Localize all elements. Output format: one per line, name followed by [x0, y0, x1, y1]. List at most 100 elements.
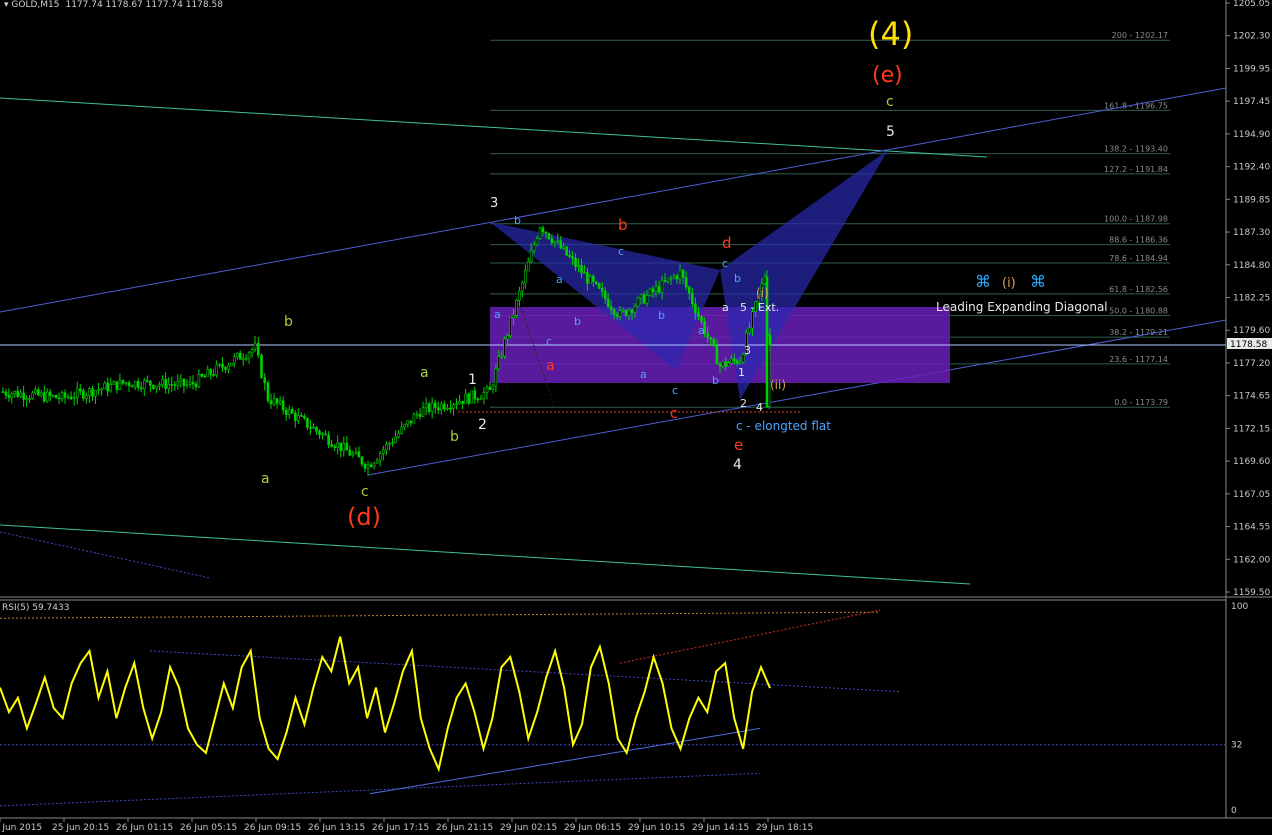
candle-body — [13, 390, 17, 395]
candle-body — [523, 270, 527, 284]
candle-body — [130, 385, 134, 388]
candle-body — [363, 463, 367, 469]
candle-body — [430, 402, 434, 412]
candle-body — [66, 396, 70, 399]
wave-label: b — [514, 214, 521, 227]
candle-body — [235, 352, 239, 358]
rsi-trend-lower — [0, 772, 761, 807]
wave-label: a — [261, 471, 270, 487]
wave-label: a — [698, 324, 705, 337]
candle-body — [597, 283, 601, 289]
candle-body — [562, 246, 566, 249]
wave-label: a — [494, 308, 501, 321]
candle-body — [645, 294, 649, 304]
candle-body — [751, 311, 754, 329]
candle-body — [606, 298, 610, 307]
candle-body — [735, 360, 739, 364]
rsi-tick-label: 32 — [1231, 741, 1242, 751]
candle-body — [559, 240, 563, 249]
candle-body — [118, 379, 122, 390]
candle-body — [112, 381, 116, 385]
candle-body — [158, 384, 161, 387]
candle-body — [303, 415, 306, 419]
candle-body — [748, 327, 751, 334]
candle-body — [612, 309, 616, 315]
candle-body — [482, 392, 486, 400]
candle-body — [521, 282, 524, 292]
time-tick-label: 29 Jun 14:15 — [692, 823, 749, 833]
time-tick-label: 26 Jun 05:15 — [180, 823, 237, 833]
candle-body — [666, 277, 670, 282]
candle-body — [182, 378, 186, 386]
candle-body — [663, 280, 667, 282]
time-tick-label: 26 Jun 21:15 — [436, 823, 493, 833]
candle-body — [385, 443, 388, 451]
candle-body — [391, 442, 394, 444]
candle-body — [470, 390, 474, 404]
fib-level-label: 100.0 - 1187.98 — [1104, 215, 1168, 224]
candle-body — [568, 254, 571, 257]
time-tick-label: 26 Jun 13:15 — [308, 823, 365, 833]
diagonal-symbol-left: ⌘ — [975, 272, 991, 291]
time-tick-label: 26 Jun 09:15 — [244, 823, 301, 833]
candle-body — [31, 392, 34, 399]
candle-body — [139, 387, 143, 390]
rsi-indicator — [0, 609, 1226, 807]
candle-body — [681, 269, 685, 278]
rsi-trend-red — [619, 609, 881, 664]
candle-body — [75, 388, 79, 399]
candle-body — [464, 393, 467, 404]
candle-body — [615, 314, 619, 317]
candle-body — [415, 413, 419, 416]
candle-body — [100, 388, 103, 391]
candle-body — [57, 397, 61, 400]
price-tick-label: 1177.20 — [1233, 359, 1270, 369]
fib-level-label: 138.2 - 1193.40 — [1104, 145, 1168, 154]
price-tick-label: 1192.40 — [1233, 163, 1270, 173]
ohlc-values: 1177.74 1178.67 1177.74 1178.58 — [65, 0, 223, 10]
wave-label: a — [640, 368, 647, 381]
candle-body — [324, 433, 327, 436]
wave-label: c — [670, 406, 678, 422]
candle-body — [287, 409, 291, 415]
time-tick-label: 26 Jun 17:15 — [372, 823, 429, 833]
candle-body — [427, 403, 431, 412]
candle-body — [609, 306, 613, 310]
candle-body — [485, 386, 489, 393]
candle-body — [388, 443, 391, 445]
candle-body — [357, 451, 361, 458]
candle-body — [684, 277, 688, 288]
candle-body — [256, 342, 260, 356]
wave-label: d — [722, 234, 732, 252]
candle-body — [238, 352, 242, 360]
candle-body — [40, 392, 43, 396]
candle-body — [509, 317, 512, 336]
wave-label: b — [712, 374, 719, 387]
time-tick-label: 26 Jun 01:15 — [116, 823, 173, 833]
wave-label: 1 — [738, 366, 745, 379]
candle-body — [406, 420, 410, 425]
candle-body — [515, 299, 518, 316]
rsi-header: RSI(5) 59.7433 — [2, 603, 69, 613]
candle-body — [506, 335, 509, 340]
candle-body — [697, 312, 700, 318]
wave-label: b — [574, 315, 581, 328]
price-tick-label: 1182.25 — [1233, 294, 1270, 304]
wave-label: c — [546, 335, 552, 348]
diagonal-label: Leading Expanding Diagonal — [936, 300, 1108, 314]
candle-body — [648, 288, 652, 296]
candle-body — [675, 275, 679, 280]
candle-body — [532, 244, 536, 252]
candle-body — [421, 407, 425, 417]
candle-body — [218, 363, 221, 366]
candle-body — [550, 238, 554, 244]
candle-body — [715, 345, 719, 365]
candle-body — [412, 414, 416, 424]
dropdown-icon[interactable]: ▾ — [4, 0, 11, 10]
candle-body — [42, 392, 46, 402]
candle-body — [54, 395, 58, 399]
time-tick-label: 29 Jun 10:15 — [628, 823, 685, 833]
candle-body — [342, 442, 346, 452]
candle-body — [397, 433, 400, 438]
candle-body — [194, 383, 198, 388]
